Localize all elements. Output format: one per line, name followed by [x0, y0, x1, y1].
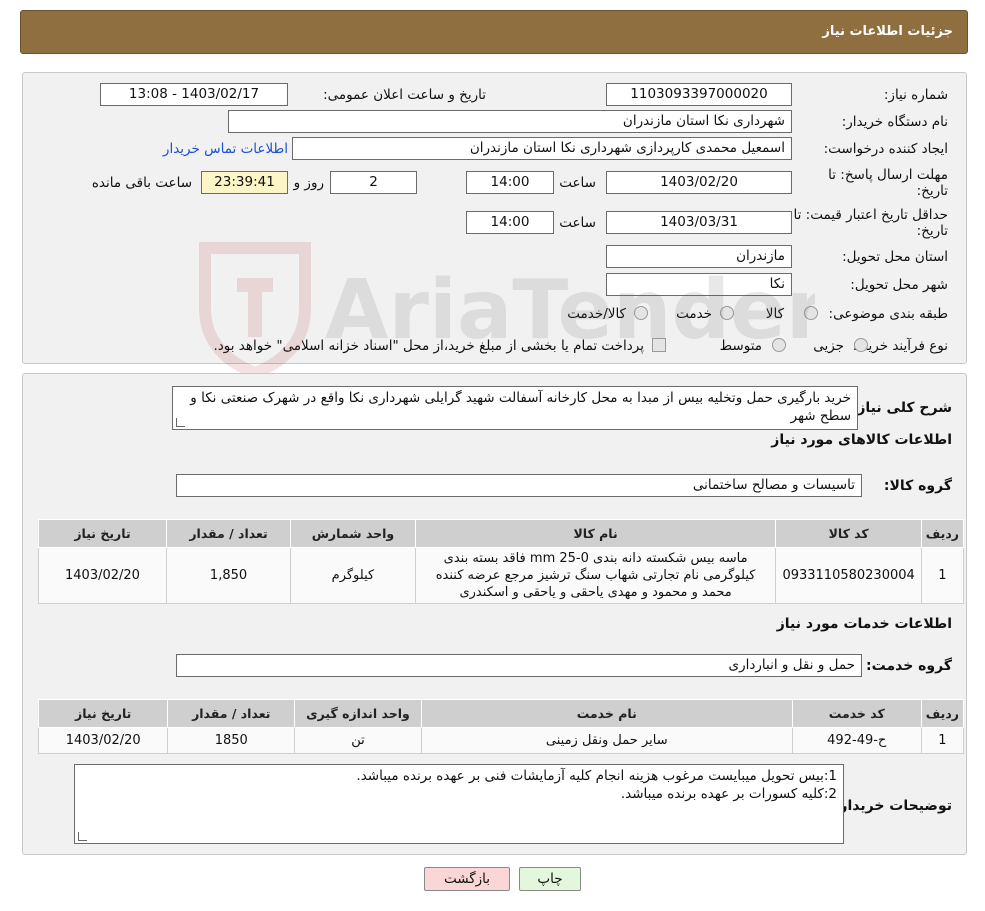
- deadline-date-field: 1403/02/20: [606, 171, 792, 194]
- validity-time-field: 14:00: [466, 211, 554, 234]
- creator-field: اسمعیل محمدی کارپردازی شهرداری نکا استان…: [292, 137, 792, 160]
- treasury-checkbox[interactable]: [652, 338, 666, 352]
- goods-cell-qty: 1,850: [165, 547, 292, 604]
- services-col-qty: تعداد / مقدار: [167, 699, 296, 728]
- goods-group-label: گروه کالا:: [883, 478, 952, 494]
- category-service-label: خدمت: [676, 306, 712, 322]
- services-col-row: ردیف: [920, 699, 965, 728]
- need-info-panel: شماره نیاز: 1103093397000020 تاریخ و ساع…: [22, 72, 967, 364]
- goods-table: ردیف کد کالا نام کالا واحد شمارش تعداد /…: [38, 519, 965, 604]
- resize-handle-icon[interactable]: [176, 418, 185, 427]
- goods-col-qty: تعداد / مقدار: [165, 519, 292, 548]
- goods-col-row: ردیف: [920, 519, 965, 548]
- buyer-notes-textarea[interactable]: 1:بیس تحویل میبایست مرغوب هزینه انجام کل…: [74, 764, 844, 844]
- city-field: نکا: [606, 273, 792, 296]
- validity-time-label: ساعت: [559, 215, 596, 231]
- goods-table-header: ردیف کد کالا نام کالا واحد شمارش تعداد /…: [38, 519, 965, 548]
- goods-group-field: تاسیسات و مصالح ساختمانی: [176, 474, 862, 497]
- resize-handle-icon[interactable]: [78, 832, 87, 841]
- goods-cell-date: 1403/02/20: [38, 547, 167, 604]
- validity-label-line1: حداقل تاریخ اعتبار قیمت: تا: [793, 207, 948, 223]
- services-group-field: حمل و نقل و انبارداری: [176, 654, 862, 677]
- category-goods-label: کالا: [765, 306, 784, 322]
- category-goods-radio[interactable]: [804, 306, 818, 320]
- category-service-radio[interactable]: [720, 306, 734, 320]
- buyer-contact-link[interactable]: اطلاعات تماس خریدار: [163, 141, 288, 157]
- process-medium-radio[interactable]: [772, 338, 786, 352]
- buyer-notes-line2: 2:کلیه کسورات بر عهده برنده میباشد.: [620, 786, 837, 802]
- services-col-code: کد خدمت: [791, 699, 922, 728]
- services-col-name: نام خدمت: [420, 699, 793, 728]
- goods-col-code: کد کالا: [775, 519, 922, 548]
- print-button[interactable]: چاپ: [519, 867, 581, 891]
- details-panel: شرح کلی نیاز: خرید بارگیری حمل وتخلیه بی…: [22, 373, 967, 855]
- deadline-time-label: ساعت: [559, 175, 596, 191]
- process-medium-label: متوسط: [719, 338, 762, 354]
- description-textarea[interactable]: خرید بارگیری حمل وتخلیه بیس از مبدا به م…: [172, 386, 858, 430]
- remaining-time-field: 23:39:41: [201, 171, 288, 194]
- services-group-label: گروه خدمت:: [866, 658, 952, 674]
- goods-col-date: تاریخ نیاز: [38, 519, 167, 548]
- need-number-field: 1103093397000020: [606, 83, 792, 106]
- services-col-date: تاریخ نیاز: [37, 699, 169, 728]
- province-label: استان محل تحویل:: [842, 249, 948, 265]
- back-button[interactable]: بازگشت: [424, 867, 510, 891]
- need-number-label: شماره نیاز:: [883, 87, 948, 103]
- process-minor-radio[interactable]: [854, 338, 868, 352]
- page-title: جزئیات اطلاعات نیاز: [822, 24, 953, 39]
- services-cell-name: سایر حمل ونقل زمینی: [420, 727, 793, 754]
- process-minor-label: جزیی: [813, 338, 844, 354]
- announce-label: تاریخ و ساعت اعلان عمومی:: [323, 87, 486, 103]
- buyer-org-field: شهرداری نکا استان مازندران: [228, 110, 792, 133]
- process-note: پرداخت تمام یا بخشی از مبلغ خرید،از محل …: [213, 338, 644, 354]
- services-table: ردیف کد خدمت نام خدمت واحد اندازه گیری ت…: [37, 699, 965, 754]
- buyer-notes-line1: 1:بیس تحویل میبایست مرغوب هزینه انجام کل…: [356, 768, 837, 784]
- category-goods-service-radio[interactable]: [634, 306, 648, 320]
- buyer-notes-label: توضیحات خریدار:: [833, 798, 952, 814]
- days-field: 2: [330, 171, 417, 194]
- goods-col-unit: واحد شمارش: [290, 519, 416, 548]
- validity-date-field: 1403/03/31: [606, 211, 792, 234]
- goods-col-name: نام کالا: [414, 519, 777, 548]
- services-cell-date: 1403/02/20: [37, 727, 169, 754]
- services-table-header: ردیف کد خدمت نام خدمت واحد اندازه گیری ت…: [37, 699, 965, 728]
- table-row: 1 ح-49-492 سایر حمل ونقل زمینی تن 1850 1…: [37, 727, 965, 754]
- deadline-label-line1: مهلت ارسال پاسخ: تا: [828, 167, 948, 183]
- province-field: مازندران: [606, 245, 792, 268]
- description-label: شرح کلی نیاز:: [851, 400, 952, 416]
- days-label: روز و: [293, 175, 324, 191]
- page-header: جزئیات اطلاعات نیاز: [20, 10, 968, 54]
- services-cell-row: 1: [920, 727, 965, 754]
- announce-field: 1403/02/17 - 13:08: [100, 83, 288, 106]
- services-cell-code: ح-49-492: [791, 727, 922, 754]
- goods-cell-unit: کیلوگرم: [290, 547, 416, 604]
- city-label: شهر محل تحویل:: [850, 277, 948, 293]
- goods-cell-code: 0933110580230004: [775, 547, 922, 604]
- buyer-org-label: نام دستگاه خریدار:: [841, 114, 948, 130]
- services-section-title: اطلاعات خدمات مورد نیاز: [776, 616, 952, 632]
- services-col-unit: واحد اندازه گیری: [294, 699, 422, 728]
- validity-label-line2: تاریخ:: [916, 223, 948, 239]
- deadline-time-field: 14:00: [466, 171, 554, 194]
- remaining-label: ساعت باقی مانده: [91, 175, 192, 191]
- creator-label: ایجاد کننده درخواست:: [823, 141, 948, 157]
- goods-cell-name: ماسه بیس شکسته دانه بندی mm 25-0 فاقد بس…: [414, 547, 777, 604]
- category-goods-service-label: کالا/خدمت: [567, 306, 626, 322]
- services-cell-qty: 1850: [167, 727, 296, 754]
- category-label: طبقه بندی موضوعی:: [828, 306, 948, 322]
- goods-cell-row: 1: [920, 547, 965, 604]
- description-text: خرید بارگیری حمل وتخلیه بیس از مبدا به م…: [190, 390, 851, 424]
- services-cell-unit: تن: [294, 727, 422, 754]
- goods-section-title: اطلاعات کالاهای مورد نیاز: [771, 432, 952, 448]
- deadline-label-line2: تاریخ:: [916, 183, 948, 199]
- table-row: 1 0933110580230004 ماسه بیس شکسته دانه ب…: [38, 547, 965, 604]
